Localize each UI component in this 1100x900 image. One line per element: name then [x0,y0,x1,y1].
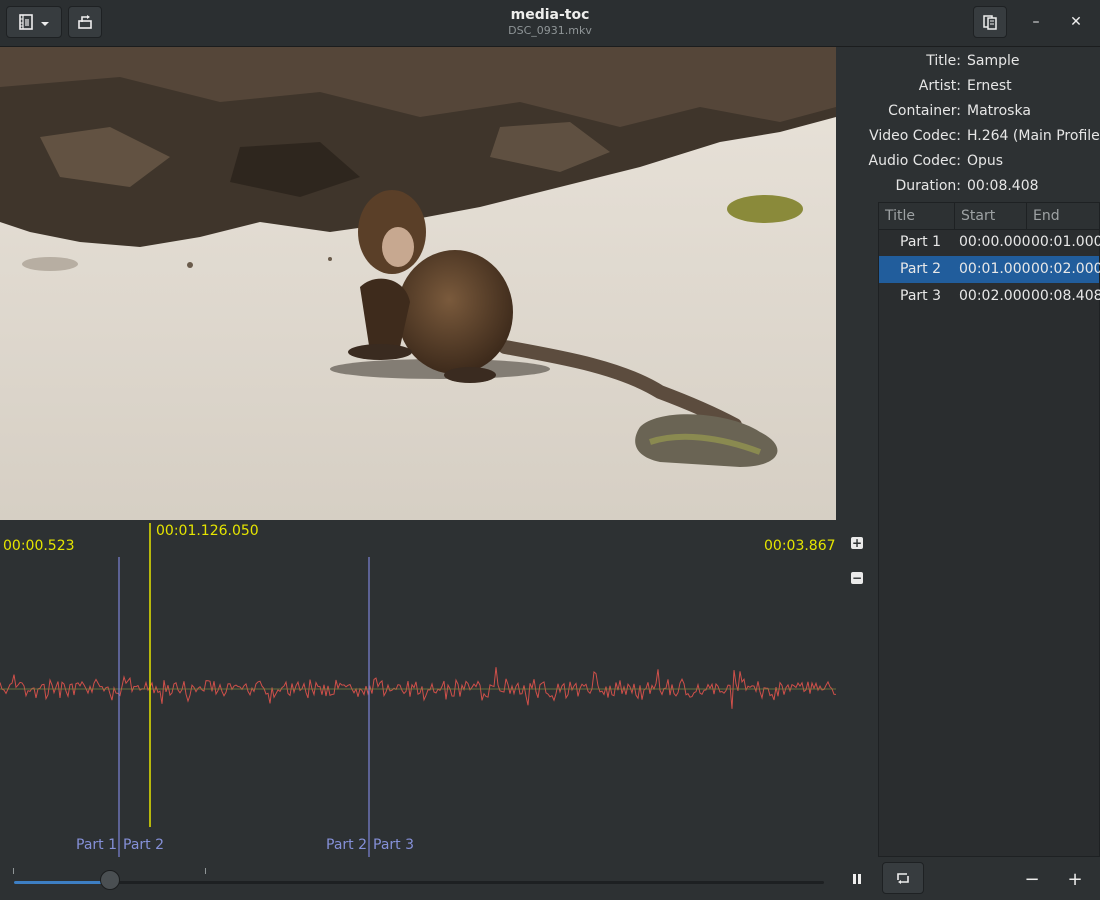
minimize-button[interactable]: – [1022,8,1050,36]
cursor-time: 00:01.126.050 [156,523,259,539]
pause-button[interactable] [850,873,864,885]
info-row-title: Title: Sample [837,49,1100,74]
zoom-out-button[interactable]: − [851,572,863,584]
repeat-button[interactable] [882,862,924,894]
chapter-title: Part 2 [900,261,941,277]
chapter-table[interactable]: Title Start End Part 1 00:00.000 00:01.0… [878,202,1100,857]
film-strip-icon [18,14,34,30]
chapter-start: 00:00.000 [959,234,1031,250]
waveform-plot [0,523,837,857]
chapter-end: 00:02.000 [1031,261,1100,277]
add-chapter-button[interactable]: + [1063,868,1087,890]
info-value: Matroska [967,103,1031,119]
export-button[interactable] [68,6,102,38]
minus-icon: − [851,571,863,585]
info-value: Ernest [967,78,1012,94]
info-key: Title: [926,53,961,69]
boundary-label-left: Part 1 [76,837,117,853]
info-key: Duration: [895,178,961,194]
info-row-audio-codec: Audio Codec: Opus [837,149,1100,174]
info-value: Opus [967,153,1004,169]
slider-tick [13,868,14,874]
column-header-title[interactable]: Title [879,203,955,229]
media-info-panel: Title: Sample Artist: Ernest Container: … [837,47,1100,200]
pause-icon [850,873,864,889]
waveform-start-time: 00:00.523 [3,538,75,554]
info-key: Video Codec: [869,128,961,144]
info-row-video-codec: Video Codec: H.264 (Main Profile) [837,124,1100,149]
waveform-end-time: 00:03.867 [764,538,836,554]
boundary-label-right: Part 3 [373,837,414,853]
chapter-title: Part 3 [900,288,941,304]
chevron-down-icon [40,17,50,27]
chapter-start: 00:01.000 [959,261,1031,277]
chapter-title: Part 1 [900,234,941,250]
document-icon [982,14,998,30]
export-icon [77,14,93,30]
column-header-end[interactable]: End [1027,203,1099,229]
info-value: H.264 (Main Profile) [967,128,1100,144]
minus-icon: − [1024,868,1040,890]
info-row-duration: Duration: 00:08.408 [837,174,1100,199]
plus-icon: + [1067,868,1083,890]
boundary-label-left: Part 2 [326,837,367,853]
seek-slider-handle[interactable] [99,870,120,890]
info-toggle-button[interactable] [973,6,1007,38]
info-key: Container: [888,103,961,119]
repeat-icon [895,870,911,886]
remove-chapter-button[interactable]: − [1020,868,1044,890]
seek-slider-fill [14,881,110,884]
chapter-row-selected[interactable]: Part 2 00:01.000 00:02.000 [879,256,1100,283]
header-bar: media-toc DSC_0931.mkv – ✕ [0,0,1100,47]
chapter-end: 00:01.000 [1031,234,1100,250]
video-frame[interactable] [0,47,836,520]
window-title: media-toc [510,7,590,23]
zoom-in-button[interactable]: + [851,537,863,549]
seek-slider-track[interactable] [14,881,824,884]
minimize-icon: – [1032,14,1040,30]
window-subtitle: DSC_0931.mkv [508,24,592,37]
info-key: Audio Codec: [868,153,962,169]
info-value: 00:08.408 [967,178,1039,194]
audio-waveform[interactable]: 00:00.523 00:01.126.050 00:03.867 Part 1… [0,521,837,857]
column-header-start[interactable]: Start [955,203,1027,229]
chapter-start: 00:02.000 [959,288,1031,304]
chapter-row[interactable]: Part 1 00:00.000 00:01.000 [879,229,1100,256]
chapter-row[interactable]: Part 3 00:02.000 00:08.408 [879,283,1100,310]
plus-icon: + [851,536,863,550]
chapter-table-header: Title Start End [879,203,1099,230]
info-row-artist: Artist: Ernest [837,74,1100,99]
boundary-label-right: Part 2 [123,837,164,853]
info-key: Artist: [918,78,961,94]
video-image [0,47,836,520]
close-button[interactable]: ✕ [1062,8,1090,36]
slider-tick [205,868,206,874]
open-media-button[interactable] [6,6,62,38]
chapter-end: 00:08.408 [1031,288,1100,304]
close-icon: ✕ [1070,14,1082,30]
info-row-container: Container: Matroska [837,99,1100,124]
info-value: Sample [967,53,1020,69]
